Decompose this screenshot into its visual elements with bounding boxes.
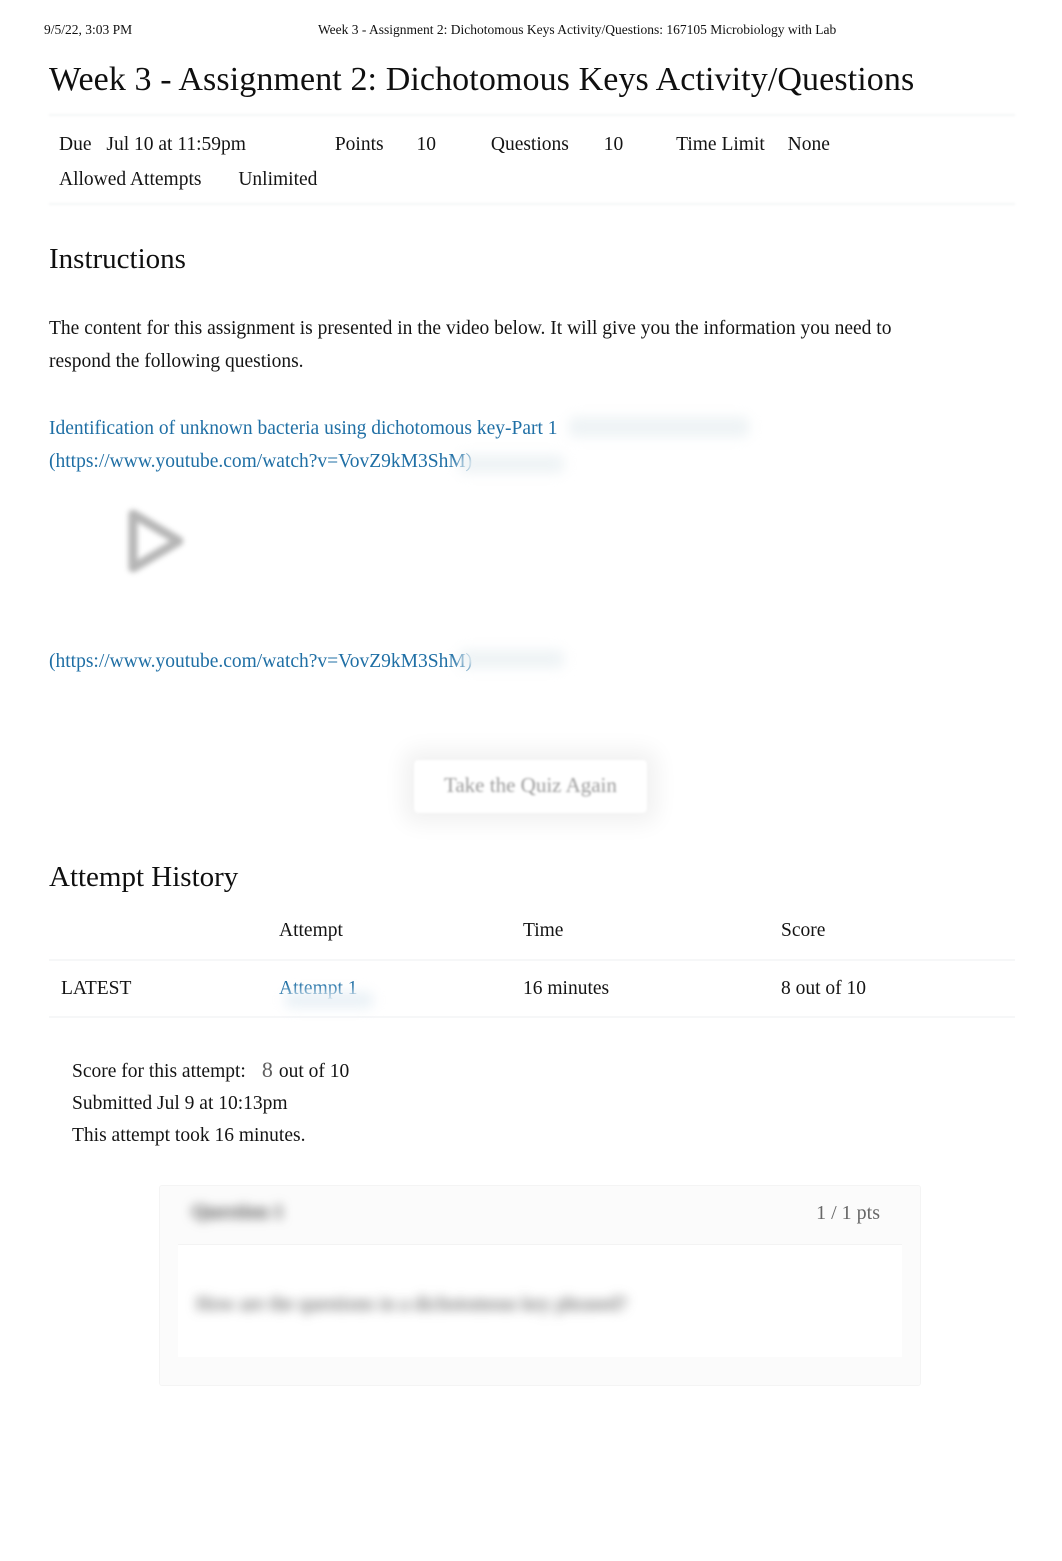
cell-time: 16 minutes <box>523 977 610 999</box>
score-out-of: out of 10 <box>278 1060 350 1082</box>
table-row: LATEST Attempt 1 16 minutes 8 out of 10 <box>49 960 1015 1017</box>
cell-score: 8 out of 10 <box>781 977 867 999</box>
video-title-link[interactable]: Identification of unknown bacteria using… <box>49 413 1015 446</box>
video-url-link[interactable]: (https://www.youtube.com/watch?v=VovZ9kM… <box>49 446 1015 479</box>
play-icon[interactable] <box>127 510 183 573</box>
questions-label: Questions <box>490 134 569 156</box>
allowed-attempts-label: Allowed Attempts <box>59 168 202 190</box>
question-card: Question 1 1 / 1 pts How are the questio… <box>159 1184 921 1386</box>
instructions-paragraph: The content for this assignment is prese… <box>49 318 892 372</box>
question-text: How are the questions in a dichotomous k… <box>196 1292 628 1315</box>
video-url-link-repeat[interactable]: (https://www.youtube.com/watch?v=VovZ9kM… <box>49 651 472 672</box>
time-limit-value: None <box>787 134 830 156</box>
column-header-time: Time <box>523 919 564 941</box>
attempt-history-heading: Attempt History <box>49 860 239 893</box>
quiz-meta-row-attempts: Allowed Attempts Unlimited <box>49 163 1015 198</box>
time-limit-label: Time Limit <box>676 134 765 156</box>
cell-kept: LATEST <box>61 977 132 999</box>
points-value: 10 <box>416 134 436 156</box>
question-points: 1 / 1 pts <box>816 1201 880 1224</box>
column-header-kept <box>49 920 279 960</box>
column-header-attempt: Attempt <box>279 919 343 941</box>
score-value: 8 <box>261 1056 273 1082</box>
questions-value: 10 <box>603 134 624 156</box>
quiz-meta: Due Jul 10 at 11:59pm Points 10 Question… <box>49 116 1015 203</box>
score-row: Score for this attempt: 8 out of 10 <box>72 1052 1015 1088</box>
attempt-link-wrapper: Attempt 1 <box>279 978 373 1008</box>
attempt-history-body: LATEST Attempt 1 16 minutes 8 out of 10 <box>49 960 1015 1017</box>
table-header-row: Attempt Time Score <box>49 920 1015 960</box>
attempt-history-table: Attempt Time Score LATEST Attempt 1 16 m… <box>49 920 1015 1018</box>
quiz-content: Week 3 - Assignment 2: Dichotomous Keys … <box>49 52 1015 1386</box>
due-value: Jul 10 at 11:59pm <box>106 134 246 156</box>
page-title: Week 3 - Assignment 2: Dichotomous Keys … <box>49 61 915 98</box>
quiz-actions: Take the Quiz Again <box>49 741 1015 861</box>
attempt-history-head: Attempt Time Score <box>49 920 1015 960</box>
print-header-date: 9/5/22, 3:03 PM <box>44 22 133 37</box>
instructions-heading: Instructions <box>49 243 186 276</box>
video-link-block: Identification of unknown bacteria using… <box>49 413 1015 478</box>
column-header-score: Score <box>781 919 826 941</box>
due-label: Due <box>59 134 92 156</box>
duration-text: This attempt took 16 minutes. <box>72 1124 306 1146</box>
cell-attempt: Attempt 1 <box>279 960 523 1017</box>
print-header: 9/5/22, 3:03 PM Week 3 - Assignment 2: D… <box>0 22 1062 42</box>
print-header-title: Week 3 - Assignment 2: Dichotomous Keys … <box>318 22 837 37</box>
attempt-1-link[interactable]: Attempt 1 <box>279 978 358 999</box>
quiz-print-page: 9/5/22, 3:03 PM Week 3 - Assignment 2: D… <box>0 0 1062 1561</box>
points-label: Points <box>334 134 384 156</box>
score-label: Score for this attempt: <box>72 1060 246 1082</box>
question-body: How are the questions in a dichotomous k… <box>178 1243 902 1357</box>
question-header: Question 1 1 / 1 pts <box>160 1186 920 1244</box>
allowed-attempts-value: Unlimited <box>238 168 318 190</box>
question-title: Question 1 <box>192 1200 284 1223</box>
submitted-text: Submitted Jul 9 at 10:13pm <box>72 1092 288 1114</box>
divider-top <box>49 114 1015 117</box>
divider-bottom <box>49 203 1015 206</box>
score-summary: Score for this attempt: 8 out of 10 Submit… <box>49 1052 1015 1152</box>
video-embed-placeholder[interactable] <box>49 496 1015 646</box>
redaction-smudge <box>459 650 564 669</box>
quiz-meta-row-primary: Due Jul 10 at 11:59pm Points 10 Question… <box>49 128 1015 163</box>
video-url-repeat-block: (https://www.youtube.com/watch?v=VovZ9kM… <box>49 646 1015 679</box>
take-quiz-again-button[interactable]: Take the Quiz Again <box>413 758 648 814</box>
